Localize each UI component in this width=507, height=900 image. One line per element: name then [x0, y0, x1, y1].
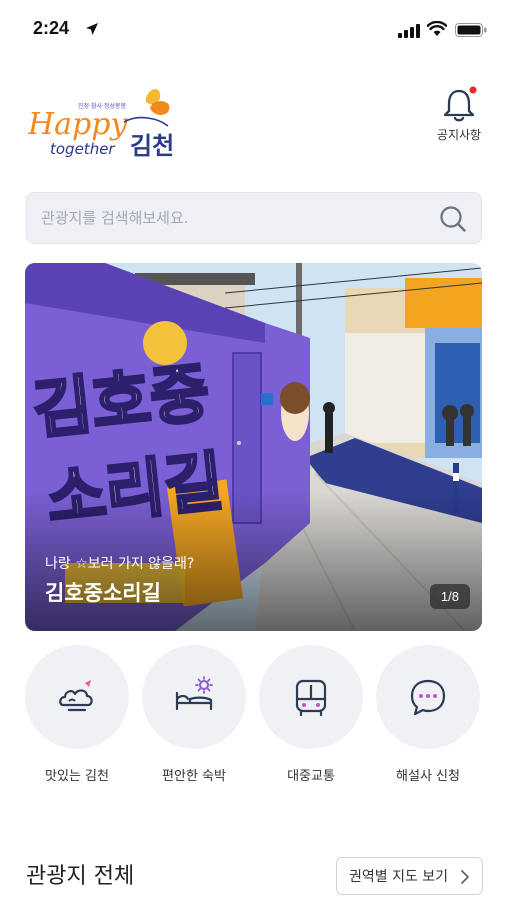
hero-subtitle: 나랑 ☆보러 가지 않을래?	[45, 556, 195, 572]
quick-menu: 맛있는 김천 편안한 숙박 대중교통 해설사 신청	[0, 645, 507, 795]
section-title: 관광지 전체	[26, 864, 135, 889]
signal-icon	[398, 24, 420, 38]
chat-bubble-icon	[410, 679, 446, 716]
quick-menu-transit[interactable]: 대중교통	[258, 645, 364, 790]
quick-menu-label: 맛있는 김천	[45, 769, 109, 784]
quick-menu-label: 편안한 숙박	[162, 769, 226, 784]
svg-text:김천: 김천	[130, 132, 174, 160]
notice-label: 공지사항	[436, 128, 482, 142]
hero-page-indicator: 1/8	[429, 584, 470, 609]
quick-menu-circle	[259, 645, 363, 749]
status-time: 2:24	[33, 18, 70, 38]
search-input[interactable]	[41, 193, 431, 243]
search-bar[interactable]	[26, 192, 482, 244]
quick-menu-circle	[142, 645, 246, 749]
search-icon[interactable]	[439, 205, 467, 233]
battery-icon	[455, 23, 487, 37]
chevron-right-icon	[461, 870, 469, 884]
bus-icon	[295, 679, 327, 717]
region-map-button[interactable]: 권역별 지도 보기	[336, 857, 483, 895]
quick-menu-label: 대중교통	[287, 769, 335, 784]
svg-text:Happy: Happy	[28, 107, 128, 142]
hero-title: 김호중소리길	[45, 581, 161, 605]
svg-text:together: together	[50, 140, 115, 158]
location-arrow-icon	[86, 23, 98, 35]
bed-icon	[175, 676, 213, 711]
quick-menu-label: 해설사 신청	[396, 769, 460, 784]
quick-menu-circle	[25, 645, 129, 749]
quick-menu-guide[interactable]: 해설사 신청	[375, 645, 481, 790]
quick-menu-stay[interactable]: 편안한 숙박	[141, 645, 247, 790]
wifi-icon	[427, 21, 447, 36]
status-bar: 2:24	[0, 0, 507, 60]
food-icon	[59, 680, 93, 712]
bell-icon	[443, 86, 477, 122]
quick-menu-circle	[376, 645, 480, 749]
hero-banner[interactable]: 김호중 소리길 나랑 ☆보러 가지 않을래? 김호중소리길 1/8	[25, 263, 482, 631]
region-map-button-label: 권역별 지도 보기	[349, 869, 449, 885]
quick-menu-food[interactable]: 맛있는 김천	[24, 645, 130, 790]
notice-button[interactable]: 공지사항	[424, 86, 494, 146]
happy-together-logo[interactable]: 진정·참사·정성봉봉 Happy together 김천	[27, 84, 208, 160]
